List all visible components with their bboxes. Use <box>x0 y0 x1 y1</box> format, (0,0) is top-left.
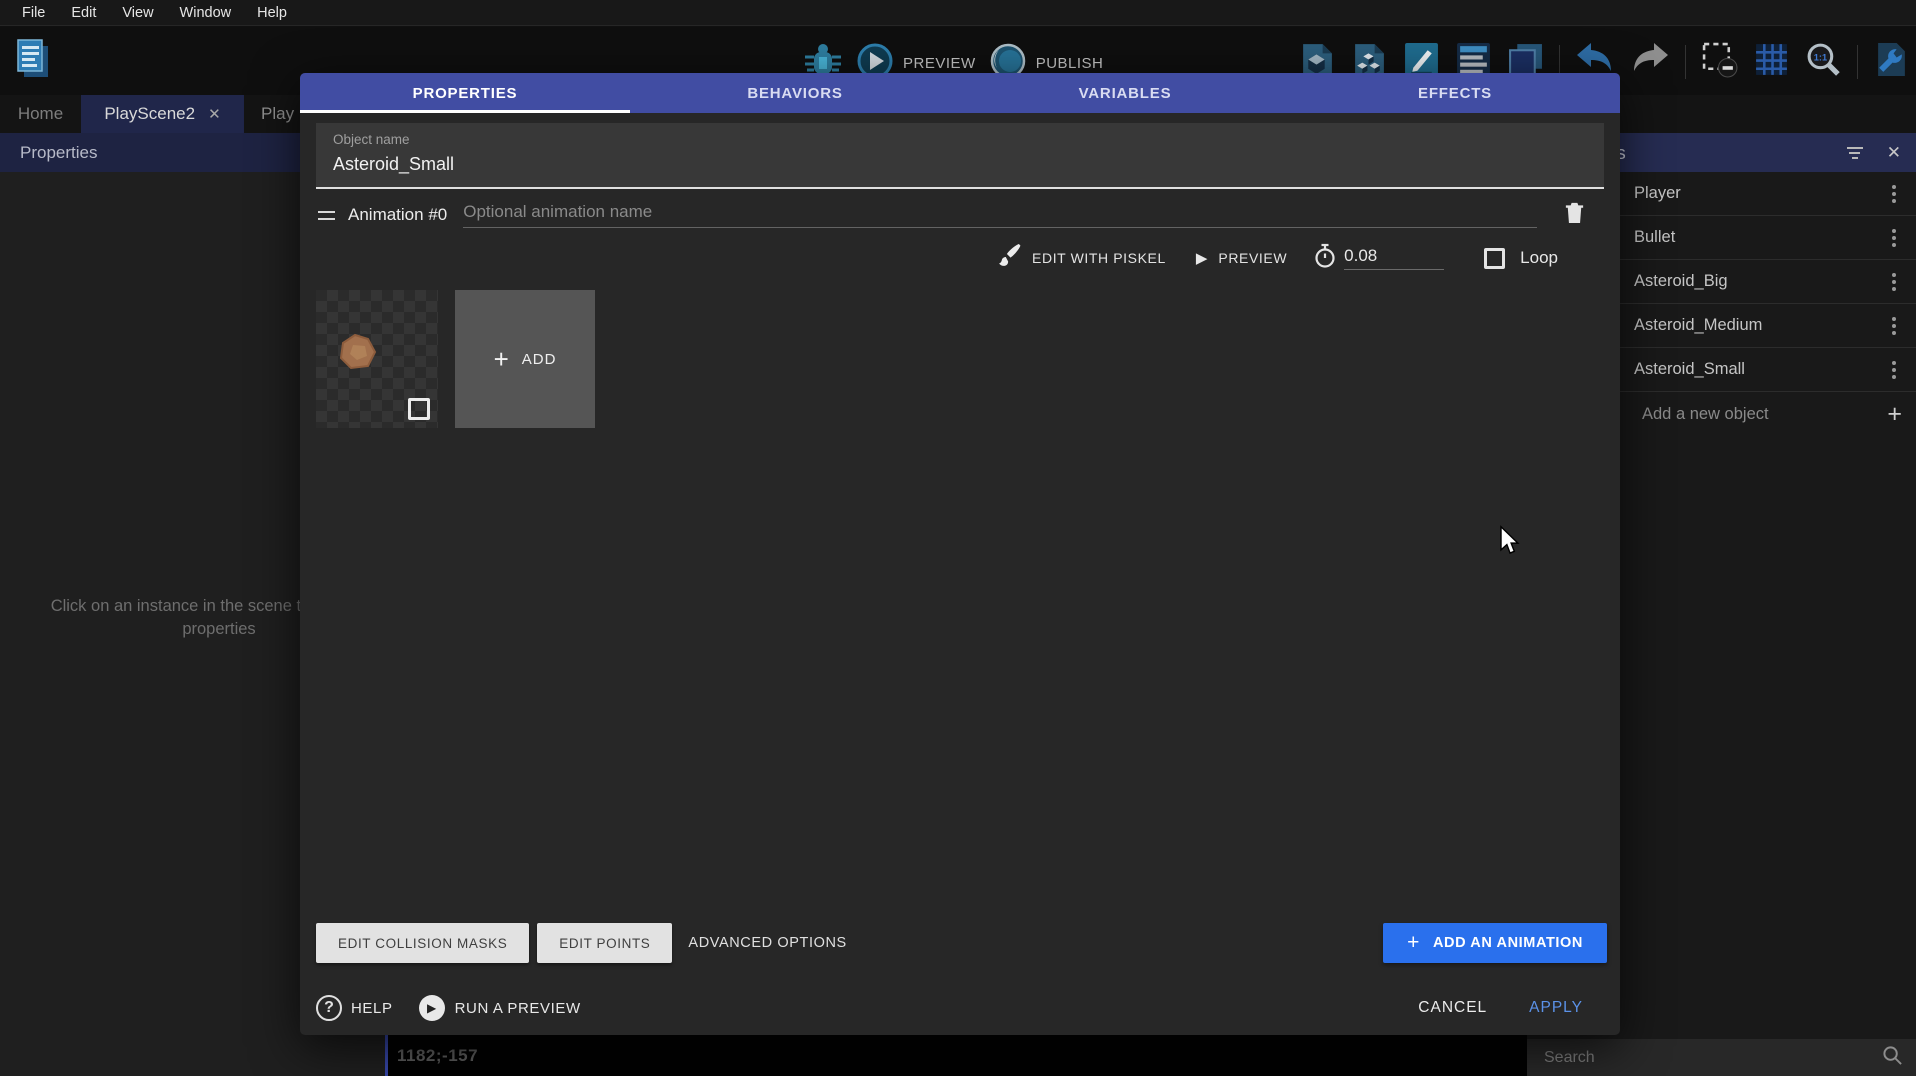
close-tab-icon[interactable]: ✕ <box>208 105 221 123</box>
object-menu-icon[interactable] <box>1888 313 1900 339</box>
close-panel-icon[interactable]: ✕ <box>1887 143 1901 163</box>
publish-label: PUBLISH <box>1036 55 1104 72</box>
grid-icon[interactable] <box>1753 41 1790 83</box>
svg-text:1:1: 1:1 <box>1814 53 1827 63</box>
plus-icon: + <box>1887 404 1902 424</box>
edit-points-button[interactable]: EDIT POINTS <box>537 923 672 963</box>
preview-label: PREVIEW <box>903 55 976 72</box>
animation-name-field <box>463 202 1537 228</box>
project-manager-icon[interactable] <box>12 37 54 88</box>
menu-view[interactable]: View <box>109 5 166 21</box>
advanced-options-button[interactable]: ADVANCED OPTIONS <box>688 935 846 951</box>
plus-icon: + <box>494 344 510 375</box>
menu-edit[interactable]: Edit <box>58 5 109 21</box>
run-a-preview-button[interactable]: RUN A PREVIEW <box>455 1000 581 1017</box>
apply-button[interactable]: APPLY <box>1529 999 1583 1017</box>
dialog-tab-bar: PROPERTIES BEHAVIORS VARIABLES EFFECTS <box>300 73 1620 113</box>
frame-select-checkbox[interactable] <box>408 398 430 420</box>
object-name-label: Object name <box>333 132 1587 147</box>
stopwatch-icon <box>1313 243 1337 274</box>
tab-variables[interactable]: VARIABLES <box>960 73 1290 113</box>
brush-icon <box>997 243 1022 273</box>
object-menu-icon[interactable] <box>1888 357 1900 383</box>
plus-icon: + <box>1407 931 1420 955</box>
toolbar-separator <box>1685 45 1686 79</box>
menu-file[interactable]: File <box>9 5 58 21</box>
tab-home[interactable]: Home <box>0 95 81 133</box>
tab-properties[interactable]: PROPERTIES <box>300 73 630 113</box>
dialog-actions-row: EDIT COLLISION MASKS EDIT POINTS ADVANCE… <box>316 923 1607 963</box>
filter-icon[interactable] <box>1847 147 1863 159</box>
preview-animation-button[interactable]: PREVIEW <box>1218 250 1287 266</box>
frame-thumbnail[interactable] <box>316 290 438 428</box>
cancel-button[interactable]: CANCEL <box>1418 999 1487 1017</box>
add-an-animation-button[interactable]: + ADD AN ANIMATION <box>1383 923 1607 963</box>
cursor-coordinates: 1182;-157 <box>388 1046 478 1066</box>
menu-bar: File Edit View Window Help <box>0 0 1916 26</box>
edit-collision-masks-button[interactable]: EDIT COLLISION MASKS <box>316 923 529 963</box>
tab-playscene2[interactable]: PlayScene2 ✕ <box>81 95 244 133</box>
drag-handle-icon[interactable] <box>318 211 335 220</box>
animation-controls-row: EDIT WITH PISKEL ▶ PREVIEW Loop <box>300 243 1558 273</box>
loop-label: Loop <box>1520 248 1558 268</box>
asteroid-sprite <box>335 332 381 374</box>
menu-window[interactable]: Window <box>167 5 245 21</box>
object-name-input[interactable] <box>333 154 1587 175</box>
tab-behaviors[interactable]: BEHAVIORS <box>630 73 960 113</box>
dialog-footer: ? HELP ▶ RUN A PREVIEW CANCEL APPLY <box>316 985 1583 1031</box>
scene-canvas[interactable]: 1182;-157 <box>385 1035 1527 1076</box>
animation-frames-row: + ADD <box>316 290 1620 428</box>
play-icon: ▶ <box>1196 249 1208 267</box>
delete-selection-icon[interactable] <box>1701 41 1738 83</box>
active-tab-underline <box>300 110 630 113</box>
toolbar-separator <box>1857 45 1858 79</box>
add-frame-button[interactable]: + ADD <box>455 290 595 428</box>
tab-effects[interactable]: EFFECTS <box>1290 73 1620 113</box>
help-button[interactable]: HELP <box>351 1000 393 1017</box>
help-icon[interactable]: ? <box>316 995 342 1021</box>
animation-header-row: Animation #0 <box>318 202 1586 228</box>
object-name-field: Object name <box>316 123 1604 189</box>
object-menu-icon[interactable] <box>1888 181 1900 207</box>
zoom-1-1-icon[interactable]: 1:1 <box>1805 41 1842 83</box>
objects-search-bar <box>1527 1039 1916 1076</box>
animation-name-input[interactable] <box>463 202 1537 227</box>
scene-setup-icon[interactable] <box>1873 41 1910 83</box>
redo-icon[interactable] <box>1630 42 1670 83</box>
objects-search-input[interactable] <box>1544 1049 1882 1067</box>
loop-checkbox[interactable] <box>1484 248 1505 269</box>
menu-help[interactable]: Help <box>244 5 300 21</box>
edit-with-piskel-button[interactable]: EDIT WITH PISKEL <box>1032 250 1166 266</box>
object-editor-dialog: PROPERTIES BEHAVIORS VARIABLES EFFECTS O… <box>300 73 1620 1035</box>
object-menu-icon[interactable] <box>1888 269 1900 295</box>
run-preview-icon[interactable]: ▶ <box>419 995 445 1021</box>
object-menu-icon[interactable] <box>1888 225 1900 251</box>
delete-animation-icon[interactable] <box>1563 200 1586 230</box>
search-icon <box>1882 1045 1903 1071</box>
time-between-frames-input[interactable] <box>1344 246 1444 269</box>
animation-title: Animation #0 <box>348 205 447 225</box>
time-between-frames-field <box>1344 246 1444 270</box>
